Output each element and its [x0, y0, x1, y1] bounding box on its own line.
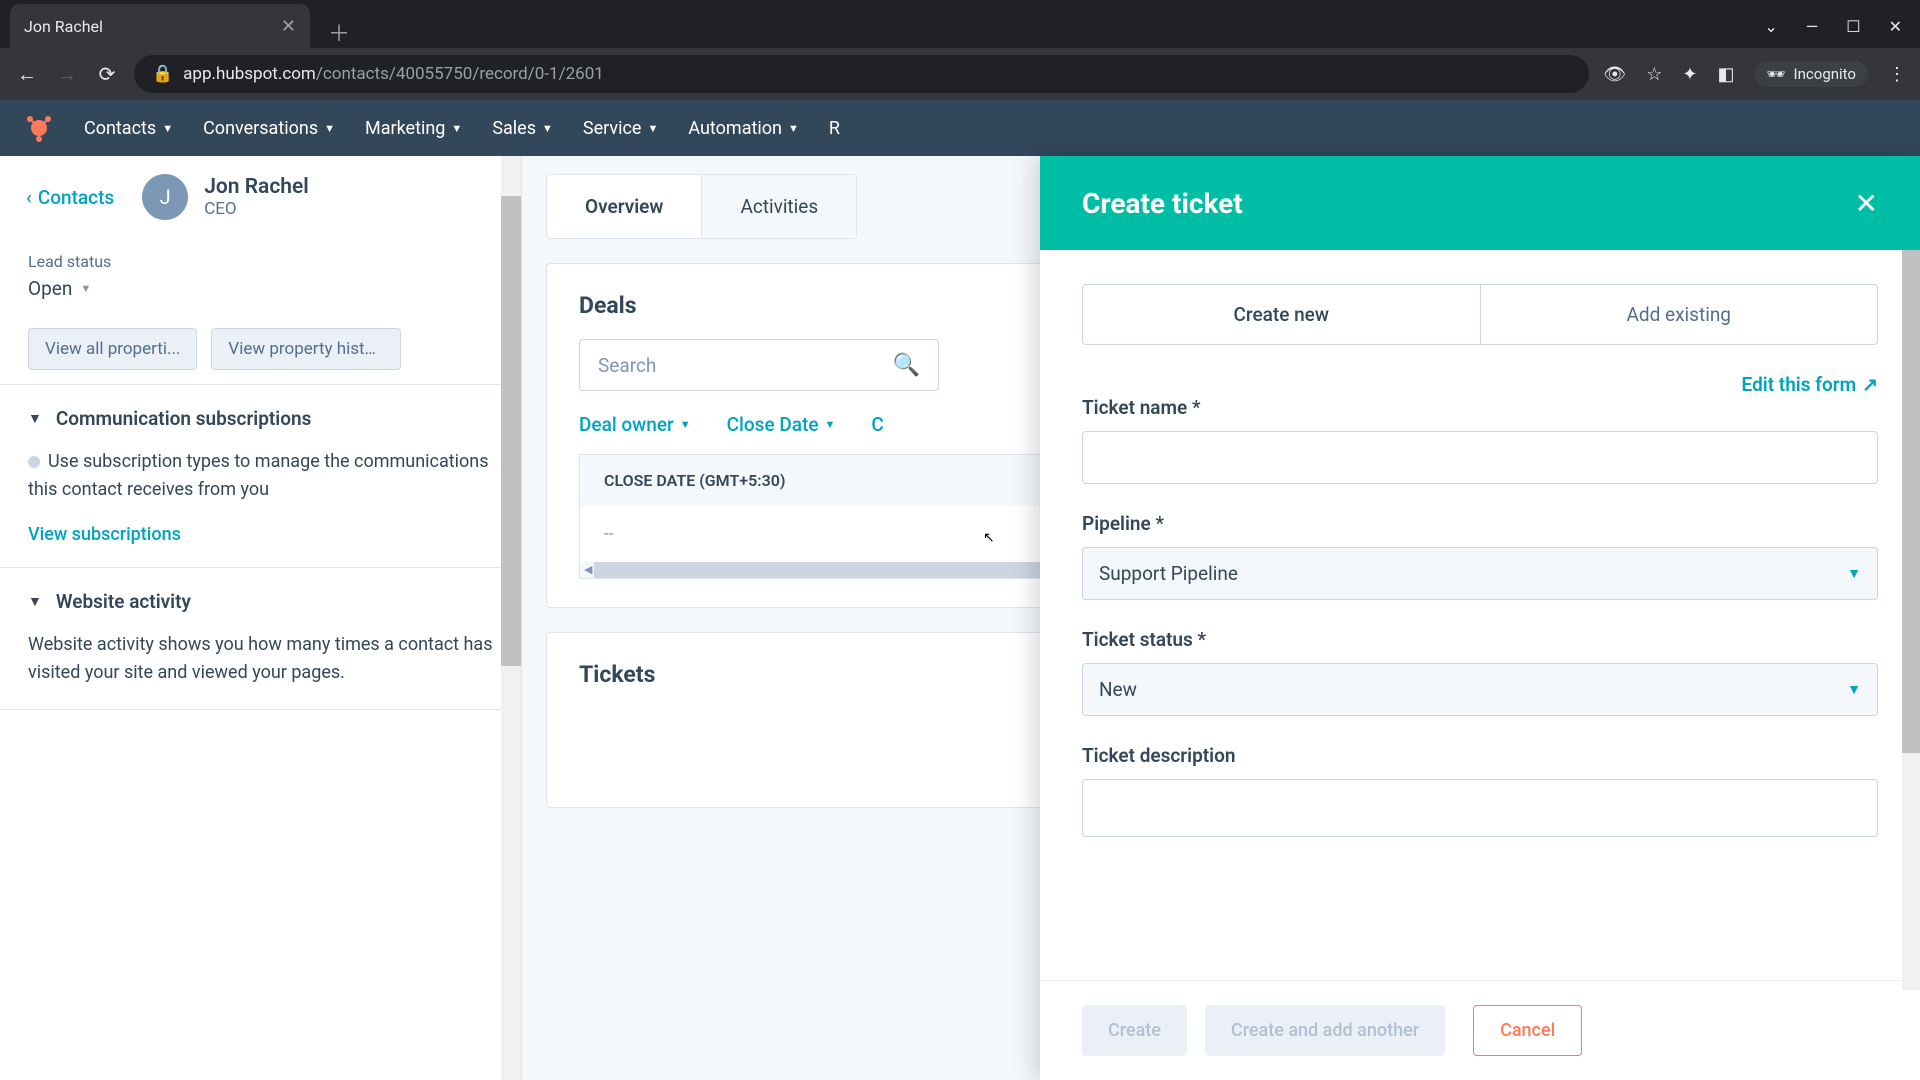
slideover-footer: Create Create and add another Cancel: [1040, 980, 1920, 1080]
browser-tab-strip: Jon Rachel ✕ ＋ ⌄ — ☐ ✕: [0, 0, 1920, 48]
create-mode-toggle: Create new Add existing: [1082, 284, 1878, 345]
lead-status-label: Lead status: [28, 252, 493, 271]
eye-off-icon[interactable]: 👁: [1603, 64, 1626, 85]
chevron-down-icon: ▼: [28, 593, 42, 610]
back-to-contacts-link[interactable]: ‹Contacts: [26, 186, 114, 209]
back-icon[interactable]: ←: [14, 62, 40, 87]
url-domain: app.hubspot.com: [183, 64, 316, 84]
slideover-scrollbar[interactable]: [1902, 250, 1920, 990]
slideover-title: Create ticket: [1082, 187, 1243, 220]
ticket-description-input[interactable]: [1082, 779, 1878, 837]
filter-close-date[interactable]: Close Date▼: [727, 413, 836, 436]
view-subscriptions-link[interactable]: View subscriptions: [28, 524, 181, 545]
incognito-icon: 🕶: [1767, 65, 1786, 83]
tab-overview[interactable]: Overview: [547, 175, 702, 238]
chevron-down-icon[interactable]: ⌄: [1764, 17, 1777, 36]
contact-name: Jon Rachel: [204, 175, 309, 199]
avatar[interactable]: J: [142, 174, 188, 220]
create-ticket-panel: Create ticket ✕ Create new Add existing …: [1040, 156, 1920, 1080]
chevron-down-icon: ▼: [80, 282, 91, 295]
left-panel-scrollbar[interactable]: [501, 156, 521, 1080]
left-panel: ‹Contacts J Jon Rachel CEO Lead status O…: [0, 156, 522, 1080]
forward-icon: →: [54, 62, 80, 87]
filter-create[interactable]: C: [871, 413, 883, 436]
tab-add-existing[interactable]: Add existing: [1480, 285, 1878, 344]
reload-icon[interactable]: ⟳: [94, 62, 120, 86]
create-and-add-another-button[interactable]: Create and add another: [1205, 1005, 1445, 1056]
nav-sales[interactable]: Sales▼: [492, 118, 553, 139]
chevron-down-icon: ▼: [788, 122, 799, 135]
app-header: Contacts▼ Conversations▼ Marketing▼ Sale…: [0, 100, 1920, 156]
chevron-down-icon: ▼: [825, 418, 836, 431]
tab-title: Jon Rachel: [24, 17, 103, 36]
chevron-down-icon: ▼: [1847, 681, 1861, 698]
add-tab-icon[interactable]: ＋: [328, 16, 350, 48]
pipeline-label: Pipeline *: [1082, 512, 1878, 535]
close-tab-icon[interactable]: ✕: [281, 16, 296, 37]
deals-search[interactable]: 🔍: [579, 339, 939, 391]
incognito-label: Incognito: [1794, 65, 1856, 83]
url-input[interactable]: 🔒 app.hubspot.com/contacts/40055750/reco…: [134, 55, 1589, 93]
search-icon[interactable]: 🔍: [893, 353, 920, 378]
chevron-down-icon: ▼: [680, 418, 691, 431]
ticket-name-input[interactable]: [1082, 431, 1878, 484]
website-activity-toggle[interactable]: ▼Website activity: [28, 590, 493, 613]
chevron-down-icon: ▼: [28, 410, 42, 427]
menu-icon[interactable]: ⋮: [1888, 64, 1906, 85]
search-input[interactable]: [598, 354, 893, 377]
pipeline-select[interactable]: Support Pipeline ▼: [1082, 547, 1878, 600]
external-link-icon: ↗: [1862, 373, 1878, 396]
record-tabs: Overview Activities: [546, 174, 857, 239]
nav-automation[interactable]: Automation▼: [688, 118, 799, 139]
chevron-left-icon: ‹: [26, 186, 32, 209]
filter-deal-owner[interactable]: Deal owner▼: [579, 413, 691, 436]
website-activity-body: Website activity shows you how many time…: [28, 631, 493, 687]
url-bar: ← → ⟳ 🔒 app.hubspot.com/contacts/4005575…: [0, 48, 1920, 100]
status-dot-icon: [28, 456, 40, 468]
view-property-history-button[interactable]: View property histo...: [211, 328, 401, 370]
communication-subscriptions-body: Use subscription types to manage the com…: [28, 448, 493, 504]
incognito-badge[interactable]: 🕶 Incognito: [1755, 61, 1869, 87]
cancel-button[interactable]: Cancel: [1473, 1005, 1582, 1056]
minimize-icon[interactable]: —: [1806, 17, 1819, 36]
nav-conversations[interactable]: Conversations▼: [203, 118, 335, 139]
ticket-status-label: Ticket status *: [1082, 628, 1878, 651]
tab-activities[interactable]: Activities: [702, 175, 856, 238]
close-window-icon[interactable]: ✕: [1889, 17, 1902, 36]
lock-icon: 🔒: [152, 64, 173, 84]
star-icon[interactable]: ☆: [1646, 64, 1662, 85]
communication-subscriptions-toggle[interactable]: ▼Communication subscriptions: [28, 407, 493, 430]
maximize-icon[interactable]: ☐: [1846, 17, 1860, 36]
nav-service[interactable]: Service▼: [583, 118, 658, 139]
chevron-down-icon: ▼: [647, 122, 658, 135]
chevron-down-icon: ▼: [162, 122, 173, 135]
chevron-down-icon: ▼: [542, 122, 553, 135]
ticket-name-label: Ticket name *: [1082, 396, 1878, 419]
create-button[interactable]: Create: [1082, 1005, 1187, 1056]
nav-reports[interactable]: R: [829, 118, 840, 139]
lead-status-dropdown[interactable]: Open▼: [28, 277, 493, 300]
chevron-down-icon: ▼: [451, 122, 462, 135]
view-all-properties-button[interactable]: View all properti...: [28, 328, 197, 370]
window-controls: ⌄ — ☐ ✕: [1764, 4, 1920, 48]
chevron-down-icon: ▼: [324, 122, 335, 135]
contact-title: CEO: [204, 199, 309, 219]
slideover-header: Create ticket ✕: [1040, 156, 1920, 250]
sidepanel-icon[interactable]: ◧: [1717, 64, 1734, 85]
extensions-icon[interactable]: ✦: [1682, 64, 1697, 85]
chevron-down-icon: ▼: [1847, 565, 1861, 582]
hubspot-logo-icon[interactable]: [24, 113, 54, 143]
ticket-description-label: Ticket description: [1082, 744, 1878, 767]
close-icon[interactable]: ✕: [1855, 187, 1878, 220]
nav-marketing[interactable]: Marketing▼: [365, 118, 462, 139]
scroll-left-icon[interactable]: ◀: [584, 563, 592, 576]
nav-contacts[interactable]: Contacts▼: [84, 118, 173, 139]
edit-form-link[interactable]: Edit this form↗: [1742, 373, 1878, 396]
ticket-status-select[interactable]: New ▼: [1082, 663, 1878, 716]
url-path: /contacts/40055750/record/0-1/2601: [316, 64, 604, 84]
browser-tab[interactable]: Jon Rachel ✕: [10, 4, 310, 48]
tab-create-new[interactable]: Create new: [1083, 285, 1480, 344]
